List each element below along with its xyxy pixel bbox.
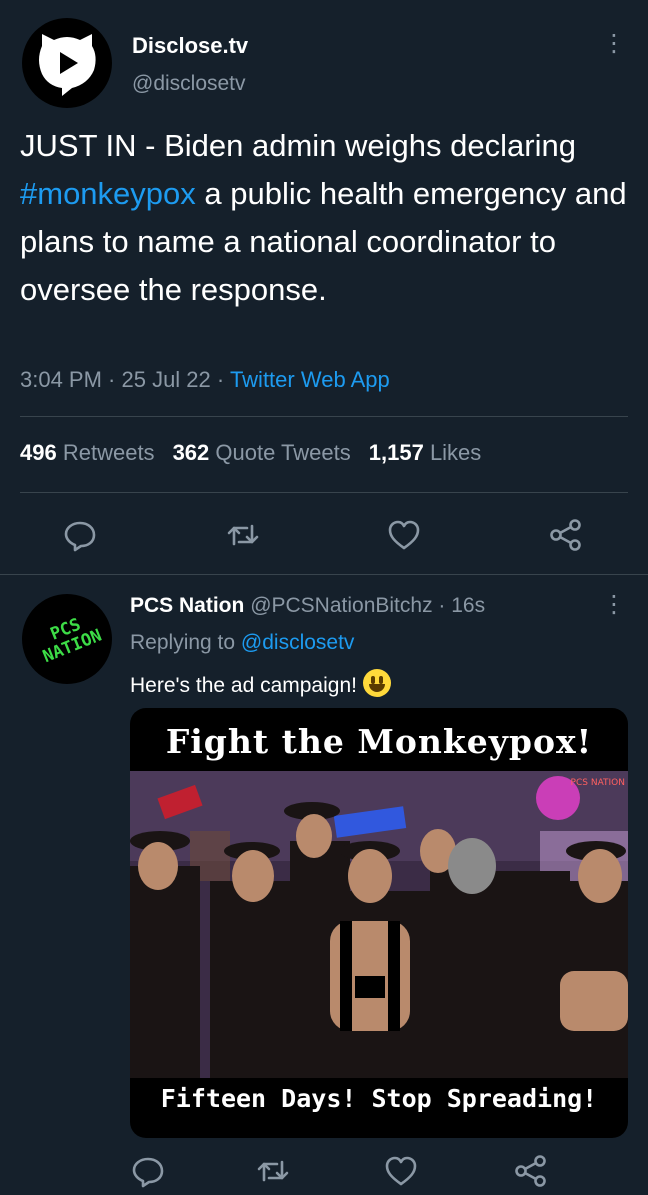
likes-count: 1,157 bbox=[368, 440, 424, 465]
main-tweet: Disclose.tv @disclosetv ⋮ JUST IN - Bide… bbox=[0, 0, 648, 575]
tweet-text-part: JUST IN - Biden admin weighs declaring bbox=[20, 128, 576, 163]
tweet-text: JUST IN - Biden admin weighs declaring #… bbox=[20, 122, 635, 314]
engagement-stats: 496 Retweets 362 Quote Tweets 1,157 Likes bbox=[20, 440, 481, 466]
more-options-icon[interactable]: ⋮ bbox=[602, 29, 626, 59]
reply-text: Here's the ad campaign! bbox=[130, 669, 391, 698]
section-divider bbox=[0, 574, 648, 575]
media-bottom-caption: Fifteen Days! Stop Spreading! bbox=[160, 1084, 598, 1113]
divider bbox=[20, 416, 628, 417]
tweet-timestamp: 3:04 PM · 25 Jul 22 · Twitter Web App bbox=[20, 367, 390, 393]
reply-more-options-icon[interactable]: ⋮ bbox=[602, 590, 626, 620]
reply-text-content: Here's the ad campaign! bbox=[130, 674, 357, 697]
reply-icon[interactable] bbox=[130, 1153, 166, 1189]
likes-label: Likes bbox=[429, 440, 482, 465]
reply-icon[interactable] bbox=[62, 517, 98, 553]
timestamp-text: 3:04 PM · 25 Jul 22 · bbox=[20, 367, 230, 392]
pcs-nation-avatar[interactable]: PCS NATION bbox=[22, 594, 112, 684]
group-photo-illustration: PCS NATION bbox=[130, 771, 628, 1078]
like-icon[interactable] bbox=[386, 517, 422, 553]
reply-author-handle[interactable]: @PCSNationBitchz · 16s bbox=[250, 594, 485, 617]
disclose-avatar[interactable] bbox=[22, 18, 112, 108]
author-handle[interactable]: @disclosetv bbox=[132, 72, 246, 96]
reply-author-name[interactable]: PCS Nation bbox=[130, 594, 244, 617]
retweets-label: Retweets bbox=[62, 440, 155, 465]
share-icon[interactable] bbox=[513, 1153, 549, 1189]
likes-stat[interactable]: 1,157 Likes bbox=[369, 440, 482, 465]
author-name[interactable]: Disclose.tv bbox=[132, 33, 248, 59]
retweets-stat[interactable]: 496 Retweets bbox=[20, 440, 155, 465]
retweets-count: 496 bbox=[20, 440, 57, 465]
reply-media-image[interactable]: Fight the Monkeypox! PCS NATION Fifteen … bbox=[130, 708, 628, 1138]
source-link[interactable]: Twitter Web App bbox=[230, 367, 390, 392]
hashtag-link[interactable]: #monkeypox bbox=[20, 176, 196, 211]
replying-to-link[interactable]: @disclosetv bbox=[241, 631, 355, 654]
quotes-label: Quote Tweets bbox=[215, 440, 351, 465]
media-watermark: PCS NATION bbox=[571, 778, 625, 788]
grinning-face-icon bbox=[362, 669, 391, 697]
quotes-stat[interactable]: 362 Quote Tweets bbox=[173, 440, 351, 465]
like-icon[interactable] bbox=[383, 1153, 419, 1189]
replying-prefix: Replying to bbox=[130, 631, 241, 654]
retweet-icon[interactable] bbox=[255, 1153, 291, 1189]
replying-to: Replying to @disclosetv bbox=[130, 631, 354, 655]
divider bbox=[20, 492, 628, 493]
share-icon[interactable] bbox=[548, 517, 584, 553]
quotes-count: 362 bbox=[172, 440, 210, 465]
reply-header: PCS Nation @PCSNationBitchz · 16s bbox=[130, 594, 485, 618]
media-top-caption: Fight the Monkeypox! bbox=[165, 722, 593, 761]
retweet-icon[interactable] bbox=[225, 517, 261, 553]
disclose-logo-icon bbox=[39, 34, 96, 96]
media-photo: PCS NATION bbox=[130, 771, 628, 1078]
avatar-text: PCS NATION bbox=[40, 614, 105, 668]
